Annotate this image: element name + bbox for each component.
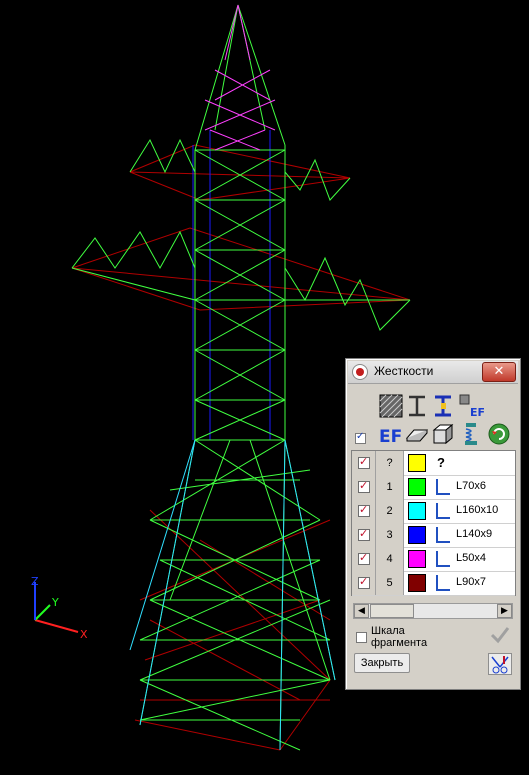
refresh-button[interactable] <box>486 421 512 447</box>
i-beam-button[interactable] <box>404 393 430 419</box>
ef-large-icon: EF <box>379 427 402 447</box>
row-checkbox-cell[interactable] <box>352 547 376 571</box>
row-checkbox-cell[interactable] <box>352 475 376 499</box>
stiffness-table: ? ? 1 L70x6 2 L160x10 3 L140x9 4 <box>351 450 516 596</box>
i-beam-colored-icon <box>435 395 451 417</box>
horizontal-scrollbar[interactable]: ◀ ▶ <box>353 603 513 619</box>
hatch-section-icon <box>379 394 403 418</box>
row-number: 2 <box>376 499 404 523</box>
row-color-swatch[interactable] <box>408 526 426 544</box>
i-beam-colored-button[interactable] <box>430 393 456 419</box>
row-color-swatch[interactable] <box>408 454 426 472</box>
cut-fragment-button[interactable] <box>488 653 512 675</box>
chevron-left-icon: ◀ <box>358 606 365 616</box>
plate-button[interactable] <box>404 421 430 447</box>
row-section-name: L160x10 <box>456 504 499 516</box>
table-row[interactable]: 5 L90x7 <box>352 571 515 596</box>
row-checkbox[interactable] <box>358 551 370 565</box>
i-beam-icon <box>409 395 425 417</box>
spring-button[interactable] <box>458 421 484 447</box>
axis-x-label: X <box>80 628 88 641</box>
spring-icon <box>465 423 477 445</box>
row-section-name: L50x4 <box>456 552 486 564</box>
close-icon: ✕ <box>493 364 505 379</box>
row-section-name: L70x6 <box>456 480 486 492</box>
box-3d-icon <box>432 423 454 445</box>
table-row[interactable]: 3 L140x9 <box>352 523 515 548</box>
row-section-name: L90x7 <box>456 576 486 588</box>
fragment-scale-checkbox[interactable] <box>356 632 367 643</box>
svg-text:EF: EF <box>470 406 484 419</box>
row-color-swatch[interactable] <box>408 502 426 520</box>
ef-large-button[interactable]: EF <box>378 421 404 447</box>
row-checkbox-cell[interactable] <box>352 571 376 595</box>
row-number: 3 <box>376 523 404 547</box>
axis-z-label: Z <box>31 575 39 588</box>
svg-text:EF: EF <box>379 427 402 447</box>
stiffness-dialog: Жесткости ✕ EF EF ? ? 1 <box>345 358 521 690</box>
row-section-name: L140x9 <box>456 528 493 540</box>
row-color-swatch[interactable] <box>408 550 426 568</box>
ef-small-button[interactable]: EF <box>458 393 484 419</box>
row-checkbox[interactable] <box>358 527 370 541</box>
axis-x-line <box>34 619 79 633</box>
row-color-swatch[interactable] <box>408 574 426 592</box>
angle-section-icon <box>436 479 450 495</box>
axis-y-line <box>34 604 51 621</box>
row-checkbox[interactable] <box>358 455 370 469</box>
axis-y-label: Y <box>52 596 59 609</box>
fragment-scale-label: Шкала фрагмента <box>371 625 428 649</box>
row-checkbox-cell[interactable] <box>352 523 376 547</box>
plate-icon <box>405 429 429 442</box>
table-row[interactable]: ? ? <box>352 451 515 476</box>
hatch-section-button[interactable] <box>378 393 404 419</box>
angle-section-icon <box>436 503 450 519</box>
table-row[interactable]: 2 L160x10 <box>352 499 515 524</box>
scissors-icon <box>491 656 509 674</box>
ef-small-icon: EF <box>459 394 484 419</box>
row-checkbox[interactable] <box>358 503 370 517</box>
table-row[interactable]: 1 L70x6 <box>352 475 515 500</box>
close-window-button[interactable]: ✕ <box>482 362 516 382</box>
dialog-title: Жесткости <box>374 364 434 378</box>
row-number: ? <box>376 451 404 475</box>
row-color-swatch[interactable] <box>408 478 426 496</box>
table-row[interactable]: 4 L50x4 <box>352 547 515 572</box>
angle-section-icon <box>436 527 450 543</box>
row-number: 1 <box>376 475 404 499</box>
dialog-titlebar[interactable]: Жесткости ✕ <box>348 361 518 384</box>
scroll-thumb[interactable] <box>370 604 414 618</box>
row-checkbox-cell[interactable] <box>352 451 376 475</box>
box-3d-button[interactable] <box>430 421 456 447</box>
row-type-unknown: ? <box>437 455 445 470</box>
chevron-right-icon: ▶ <box>501 606 508 616</box>
row-checkbox[interactable] <box>358 575 370 589</box>
angle-section-icon <box>436 575 450 591</box>
scroll-left-button[interactable]: ◀ <box>354 604 369 618</box>
row-checkbox[interactable] <box>358 479 370 493</box>
row-checkbox-cell[interactable] <box>352 499 376 523</box>
angle-section-icon <box>436 551 450 567</box>
close-dialog-button[interactable]: Закрыть <box>354 653 410 673</box>
refresh-arrow-icon <box>488 423 510 445</box>
row-number: 4 <box>376 547 404 571</box>
scroll-right-button[interactable]: ▶ <box>497 604 512 618</box>
apply-check-icon[interactable] <box>488 624 512 646</box>
app-icon <box>352 364 368 380</box>
select-all-checkbox[interactable] <box>355 431 366 444</box>
row-number: 5 <box>376 571 404 595</box>
